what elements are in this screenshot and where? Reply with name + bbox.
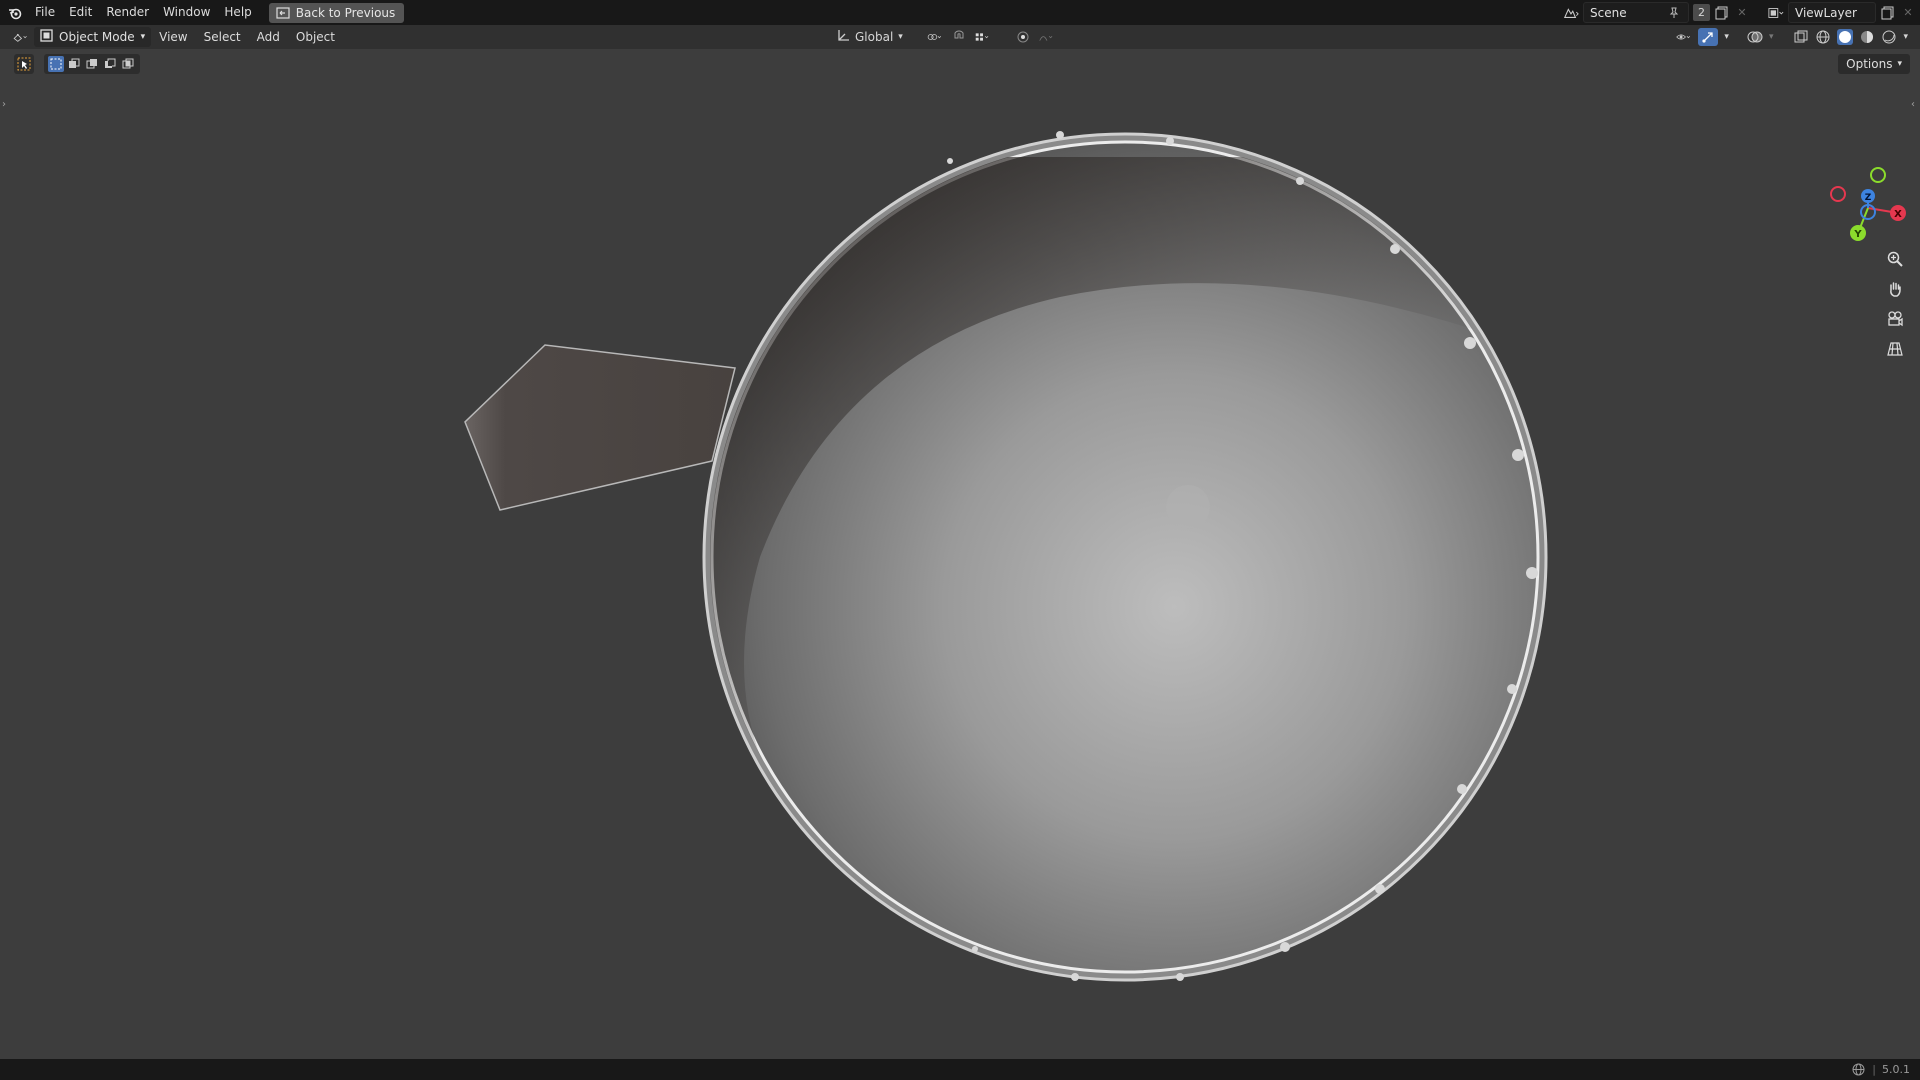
view-layer-name: ViewLayer <box>1795 5 1857 20</box>
scene-selector[interactable]: Scene <box>1583 2 1689 23</box>
object-mode-label: Object Mode <box>59 30 135 44</box>
viewport-nav-buttons <box>1882 247 1908 361</box>
shading-wireframe-icon[interactable] <box>1815 29 1831 45</box>
scene-user-count: 2 <box>1693 4 1710 21</box>
screen-back-icon <box>275 5 291 21</box>
menu-window[interactable]: Window <box>156 0 217 25</box>
select-extend-icon[interactable] <box>66 56 82 72</box>
selection-mode-group <box>44 54 140 74</box>
gizmo-x-label: X <box>1894 209 1902 220</box>
menu-edit[interactable]: Edit <box>62 0 99 25</box>
view-layer-selector[interactable]: ViewLayer <box>1788 2 1876 23</box>
delete-scene-icon[interactable]: ✕ <box>1734 5 1750 21</box>
pin-icon[interactable] <box>1666 5 1682 21</box>
select-intersect-icon[interactable] <box>120 56 136 72</box>
shading-material-icon[interactable] <box>1859 29 1875 45</box>
gizmo-y-label: Y <box>1853 229 1862 240</box>
blender-logo-icon[interactable] <box>8 6 22 20</box>
navigation-gizmo[interactable]: X Y Z <box>1818 163 1908 243</box>
tool-settings-row: Options ▾ <box>0 49 1920 77</box>
new-scene-icon[interactable] <box>1714 5 1730 21</box>
chevron-down-icon[interactable]: ▾ <box>1903 32 1908 42</box>
shading-rendered-icon[interactable] <box>1881 29 1897 45</box>
scene-name: Scene <box>1590 5 1627 20</box>
chevron-down-icon: ▾ <box>1897 59 1902 69</box>
gizmo-z-label: Z <box>1865 193 1872 203</box>
menu-add[interactable]: Add <box>249 30 288 44</box>
viewport-header: Object Mode ▾ View Select Add Object Glo… <box>0 25 1920 49</box>
zoom-icon[interactable] <box>1882 247 1908 271</box>
object-mode-dropdown[interactable]: Object Mode ▾ <box>34 27 152 47</box>
back-to-previous-button[interactable]: Back to Previous <box>268 2 405 23</box>
transform-orientation-dropdown[interactable]: Global ▾ <box>836 29 903 46</box>
view-layer-type-icon[interactable] <box>1768 5 1784 21</box>
back-button-label: Back to Previous <box>295 5 396 20</box>
snap-increment-icon[interactable] <box>975 29 991 45</box>
proportional-editing-icon[interactable] <box>1015 29 1031 45</box>
menu-render[interactable]: Render <box>99 0 156 25</box>
chevron-down-icon[interactable]: ▾ <box>1769 32 1774 42</box>
select-subtract-icon[interactable] <box>84 56 100 72</box>
gizmo-neg-y <box>1870 167 1886 183</box>
transform-tools: Global ▾ <box>836 25 1055 49</box>
chevron-down-icon: ▾ <box>140 32 146 42</box>
falloff-curve-icon[interactable] <box>1039 29 1055 45</box>
select-tool-button[interactable] <box>14 54 34 74</box>
chevron-down-icon[interactable]: ▾ <box>1724 32 1729 42</box>
menu-view[interactable]: View <box>151 30 195 44</box>
menu-object[interactable]: Object <box>288 30 343 44</box>
new-view-layer-icon[interactable] <box>1880 5 1896 21</box>
shading-solid-icon[interactable] <box>1837 29 1854 45</box>
orientation-label: Global <box>855 30 894 44</box>
status-bar: | 5.0.1 <box>0 1059 1920 1080</box>
menu-help[interactable]: Help <box>217 0 258 25</box>
viewport-display-tools: ▾ ▾ ▾ <box>1676 25 1908 49</box>
status-separator: | <box>1872 1063 1876 1076</box>
chevron-down-icon: ▾ <box>898 32 903 42</box>
top-right-controls: Scene 2 ✕ ViewLayer ✕ <box>1563 0 1920 25</box>
orientation-axes-icon <box>836 29 850 46</box>
menu-select[interactable]: Select <box>196 30 249 44</box>
overlays-icon[interactable] <box>1747 29 1763 45</box>
xray-toggle-icon[interactable] <box>1793 29 1809 45</box>
delete-view-layer-icon[interactable]: ✕ <box>1900 5 1916 21</box>
globe-icon[interactable] <box>1850 1062 1866 1078</box>
select-new-icon[interactable] <box>48 56 64 72</box>
camera-view-icon[interactable] <box>1882 307 1908 331</box>
visibility-eye-icon[interactable] <box>1676 29 1692 45</box>
3d-viewport[interactable]: › ‹ X Y Z <box>0 77 1920 1059</box>
pivot-point-icon[interactable] <box>927 29 943 45</box>
gizmo-toggle-icon[interactable] <box>1698 28 1719 46</box>
select-invert-icon[interactable] <box>102 56 118 72</box>
mug-model[interactable] <box>0 77 1920 1059</box>
pan-hand-icon[interactable] <box>1882 277 1908 301</box>
object-mode-icon <box>40 29 53 45</box>
gizmo-neg-x <box>1830 186 1846 202</box>
top-bar: File Edit Render Window Help Back to Pre… <box>0 0 1920 25</box>
snap-toggle-icon[interactable] <box>951 29 967 45</box>
options-label: Options <box>1846 57 1893 71</box>
scene-type-icon[interactable] <box>1563 5 1579 21</box>
options-dropdown[interactable]: Options ▾ <box>1838 54 1910 74</box>
perspective-toggle-icon[interactable] <box>1882 337 1908 361</box>
menu-file[interactable]: File <box>28 0 62 25</box>
version-label: 5.0.1 <box>1882 1063 1910 1076</box>
editor-type-icon[interactable] <box>12 29 28 45</box>
mug-handle <box>464 344 736 511</box>
